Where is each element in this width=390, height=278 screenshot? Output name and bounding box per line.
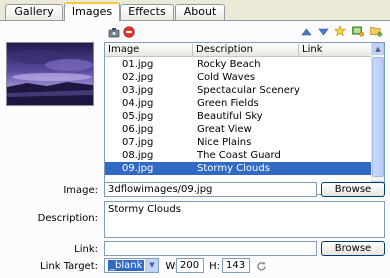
list-item[interactable]: 04.jpg Green Fields: [105, 97, 373, 110]
image-preview: [6, 42, 94, 106]
tab-gallery[interactable]: Gallery: [5, 4, 63, 20]
list-item[interactable]: 03.jpg Spectacular Scenery: [105, 84, 373, 97]
height-input[interactable]: 143: [222, 258, 250, 273]
link-target-select[interactable]: _blank ▼: [104, 258, 159, 273]
image-list[interactable]: Image Description Link 01.jpg Rocky Beach…: [104, 42, 385, 195]
image-label: Image:: [63, 185, 98, 196]
height-label: H:: [209, 261, 220, 272]
row-file: 02.jpg: [122, 72, 154, 83]
row-description: Nice Plains: [197, 137, 252, 148]
row-description: Rocky Beach: [197, 59, 261, 70]
scroll-up-icon[interactable]: ▲: [372, 43, 384, 55]
images-panel: Image Description Link 01.jpg Rocky Beach…: [0, 20, 390, 278]
row-file: 03.jpg: [122, 85, 154, 96]
row-file: 09.jpg: [122, 163, 154, 174]
row-file: 01.jpg: [122, 59, 154, 70]
camera-add-icon[interactable]: [108, 26, 120, 38]
link-browse-button[interactable]: Browse: [321, 241, 385, 256]
tab-effects[interactable]: Effects: [120, 4, 174, 20]
row-description: The Coast Guard: [197, 150, 281, 161]
description-label: Description:: [37, 213, 98, 224]
list-rows: 01.jpg Rocky Beach 02.jpg Cold Waves 03.jp…: [105, 58, 373, 175]
tab-bar: Gallery Images Effects About: [0, 0, 390, 22]
arrow-up-icon[interactable]: [300, 26, 312, 38]
star-icon[interactable]: [334, 25, 346, 37]
row-description: Green Fields: [197, 98, 259, 109]
list-header: Image Description Link: [105, 43, 373, 57]
column-header-link[interactable]: Link: [299, 44, 373, 57]
description-textarea[interactable]: Stormy Clouds: [104, 201, 385, 238]
refresh-icon[interactable]: [255, 260, 267, 272]
preview-picture-icon: [7, 43, 93, 105]
image-browse-button[interactable]: Browse: [321, 182, 385, 197]
chevron-down-icon[interactable]: ▼: [145, 259, 158, 272]
link-target-value: _blank: [108, 260, 145, 271]
list-item-selected[interactable]: 09.jpg Stormy Clouds: [105, 162, 373, 175]
list-item[interactable]: 01.jpg Rocky Beach: [105, 58, 373, 71]
list-item[interactable]: 08.jpg The Coast Guard: [105, 149, 373, 162]
column-header-description[interactable]: Description: [193, 44, 299, 57]
row-file: 04.jpg: [122, 98, 154, 109]
list-item[interactable]: 07.jpg Nice Plains: [105, 136, 373, 149]
row-description: Cold Waves: [197, 72, 256, 83]
row-file: 07.jpg: [122, 137, 154, 148]
link-label: Link:: [74, 244, 98, 255]
image-path-input[interactable]: 3dflowimages/09.jpg: [104, 182, 317, 197]
link-target-label: Link Target:: [40, 261, 98, 272]
column-header-image[interactable]: Image: [105, 44, 193, 57]
row-file: 08.jpg: [122, 150, 154, 161]
list-scrollbar[interactable]: ▲ ▼: [371, 43, 384, 194]
scroll-thumb[interactable]: [372, 57, 384, 177]
arrow-down-icon[interactable]: [317, 26, 329, 38]
row-description: Great View: [197, 124, 252, 135]
list-item[interactable]: 02.jpg Cold Waves: [105, 71, 373, 84]
row-description: Beautiful Sky: [197, 111, 263, 122]
list-item[interactable]: 06.jpg Great View: [105, 123, 373, 136]
list-item[interactable]: 05.jpg Beautiful Sky: [105, 110, 373, 123]
row-file: 06.jpg: [122, 124, 154, 135]
tab-images[interactable]: Images: [64, 2, 120, 21]
row-file: 05.jpg: [122, 111, 154, 122]
width-input[interactable]: 200: [176, 258, 204, 273]
delete-icon[interactable]: [123, 26, 135, 38]
image-add-icon[interactable]: [352, 25, 364, 37]
tab-about[interactable]: About: [175, 4, 225, 20]
link-input[interactable]: [104, 241, 317, 256]
row-description: Stormy Clouds: [197, 163, 270, 174]
row-description: Spectacular Scenery: [197, 85, 300, 96]
folder-add-icon[interactable]: [370, 25, 382, 37]
